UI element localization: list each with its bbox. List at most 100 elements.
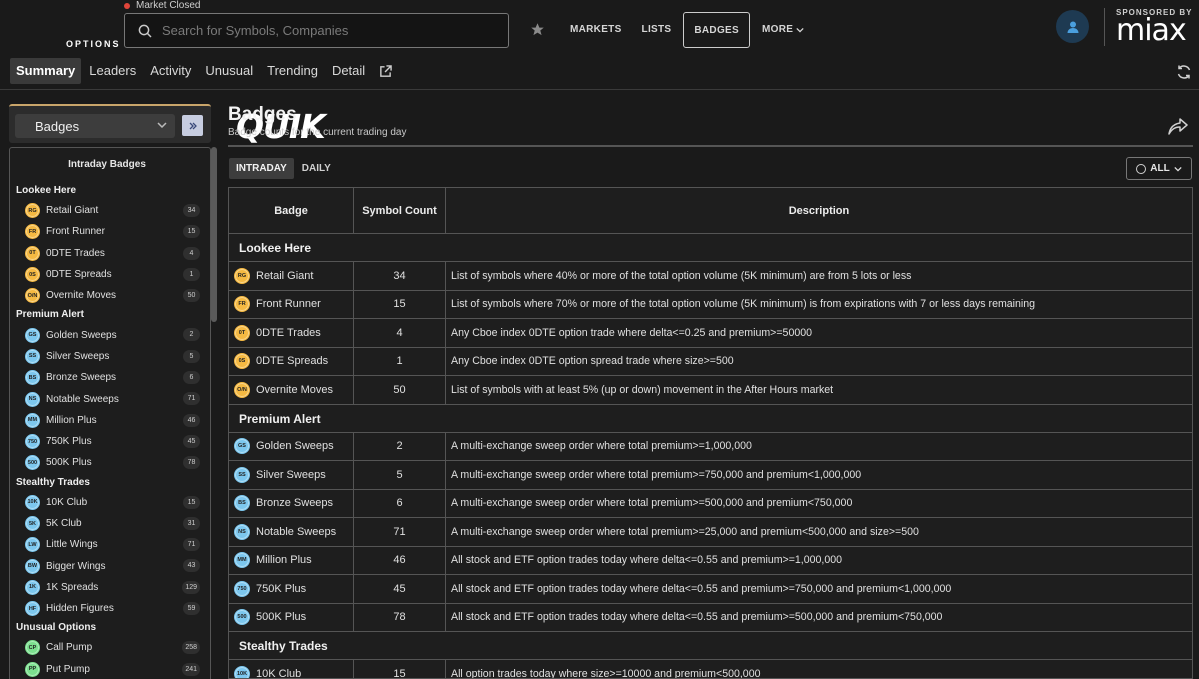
badge-name: Overnite Moves: [256, 383, 334, 396]
page-subtitle: Badge counts for the current trading day: [228, 127, 407, 138]
sidebar-badge-item[interactable]: SS Silver Sweeps 5: [16, 346, 200, 367]
sidebar-badge-item[interactable]: 1K 1K Spreads 129: [16, 577, 200, 598]
sidebar-badge-count: 78: [183, 456, 200, 470]
quik-options-logo[interactable]: QUIK OPTIONS: [8, 6, 326, 144]
external-link-icon[interactable]: [379, 64, 392, 78]
badge-name: 0DTE Trades: [256, 326, 321, 339]
sidebar-badge-item[interactable]: HF Hidden Figures 59: [16, 598, 200, 619]
table-row[interactable]: FR Front Runner 15 List of symbols where 70…: [229, 290, 1192, 319]
table-row[interactable]: GS Golden Sweeps 2 A multi-exchange sweep o…: [229, 432, 1192, 461]
badges-sidebar: Badges Intraday Badges Lookee Here RG Reta…: [9, 104, 217, 679]
main-content: Badges Badge counts for the current trad…: [228, 104, 1193, 679]
sidebar-badge-item[interactable]: BW Bigger Wings 43: [16, 555, 200, 576]
badge-cell: BS Bronze Sweeps: [229, 489, 354, 517]
column-header-description[interactable]: Description: [446, 188, 1192, 233]
title-divider: [228, 145, 1193, 147]
tab-leaders[interactable]: Leaders: [83, 58, 142, 84]
miax-logo[interactable]: miax: [1116, 16, 1196, 46]
nav-badges[interactable]: BADGES: [683, 12, 750, 48]
tab-detail[interactable]: Detail: [326, 58, 371, 84]
period-toggle: INTRADAY DAILY: [229, 158, 339, 179]
filter-all-dropdown[interactable]: ALL: [1126, 157, 1192, 180]
sidebar-badge-item[interactable]: RG Retail Giant 34: [16, 200, 200, 221]
star-icon[interactable]: [530, 22, 545, 37]
sidebar-badge-name: 500K Plus: [46, 457, 92, 469]
share-icon[interactable]: [1168, 118, 1188, 136]
sidebar-badge-item[interactable]: 750 750K Plus 45: [16, 431, 200, 452]
nav-lists[interactable]: LISTS: [632, 12, 682, 48]
table-row[interactable]: 0S 0DTE Spreads 1 Any Cboe index 0DTE optio…: [229, 347, 1192, 376]
sidebar-badge-item[interactable]: NS Notable Sweeps 71: [16, 388, 200, 409]
sidebar-badge-item[interactable]: PP Put Pump 241: [16, 659, 200, 679]
badge-cell: GS Golden Sweeps: [229, 432, 354, 460]
search-input[interactable]: [162, 23, 482, 38]
sidebar-badge-name: Overnite Moves: [46, 290, 117, 302]
filter-label: ALL: [1150, 163, 1170, 174]
sidebar-badge-item[interactable]: 10K 10K Club 15: [16, 492, 200, 513]
table-row[interactable]: 0T 0DTE Trades 4 Any Cboe index 0DTE option…: [229, 319, 1192, 348]
sidebar-badge-item[interactable]: O/N Overnite Moves 50: [16, 285, 200, 306]
sidebar-badge-item[interactable]: LW Little Wings 71: [16, 534, 200, 555]
tab-summary[interactable]: Summary: [10, 58, 82, 84]
badge-cell: MM Million Plus: [229, 546, 354, 574]
sidebar-badge-item[interactable]: 0T 0DTE Trades 4: [16, 243, 200, 264]
badge-500-icon: 500: [25, 455, 40, 471]
sidebar-badge-count: 15: [183, 225, 200, 239]
nav-more-label: MORE: [761, 24, 794, 35]
sidebar-badge-item[interactable]: 5K 5K Club 31: [16, 513, 200, 534]
table-row[interactable]: 10K 10K Club 15 All option trades today whe…: [229, 660, 1192, 678]
sidebar-badge-item[interactable]: BS Bronze Sweeps 6: [16, 367, 200, 388]
badge-name: Retail Giant: [256, 269, 314, 282]
table-row[interactable]: 500 500K Plus 78 All stock and ETF option t…: [229, 603, 1192, 632]
sidebar-badge-name: 0DTE Spreads: [46, 269, 112, 281]
badge-on-icon: O/N: [234, 381, 250, 398]
badge-10k-icon: 10K: [234, 665, 250, 678]
nav-markets[interactable]: MARKETS: [560, 12, 632, 48]
table-row[interactable]: 750 750K Plus 45 All stock and ETF option t…: [229, 575, 1192, 604]
table-row[interactable]: BS Bronze Sweeps 6 A multi-exchange sweep o…: [229, 489, 1192, 518]
subnav-divider: [0, 89, 1199, 90]
panel-title: Intraday Badges: [68, 159, 146, 170]
subnav-tabs: Summary Leaders Activity Unusual Trendin…: [10, 58, 392, 84]
sidebar-expand-button[interactable]: [182, 115, 203, 136]
table-row[interactable]: SS Silver Sweeps 5 A multi-exchange sweep o…: [229, 461, 1192, 490]
table-row[interactable]: RG Retail Giant 34 List of symbols where 40…: [229, 262, 1192, 291]
badge-0t-icon: 0T: [25, 245, 40, 261]
nav-more[interactable]: MORE: [752, 12, 814, 48]
top-header: QUIK OPTIONS Market Closed MARKETS LISTS…: [0, 0, 1199, 144]
table-row[interactable]: O/N Overnite Moves 50 List of symbols with …: [229, 376, 1192, 405]
search-box[interactable]: [124, 13, 509, 48]
tab-activity[interactable]: Activity: [144, 58, 197, 84]
segment-daily[interactable]: DAILY: [295, 158, 338, 179]
description-cell: A multi-exchange sweep order where total…: [451, 440, 752, 453]
tab-unusual[interactable]: Unusual: [199, 58, 259, 84]
sidebar-badge-item[interactable]: GS Golden Sweeps 2: [16, 324, 200, 345]
sidebar-badge-item[interactable]: CP Call Pump 258: [16, 637, 200, 658]
sidebar-badge-item[interactable]: MM Million Plus 46: [16, 410, 200, 431]
sidebar-view-select[interactable]: Badges: [15, 114, 175, 138]
user-account-button[interactable]: [1056, 10, 1089, 43]
table-row[interactable]: NS Notable Sweeps 71 A multi-exchange sweep…: [229, 518, 1192, 547]
column-header-symbol-count[interactable]: Symbol Count: [354, 188, 446, 233]
table-row[interactable]: MM Million Plus 46 All stock and ETF option…: [229, 546, 1192, 575]
badge-name: Front Runner: [256, 298, 321, 311]
badge-cell: RG Retail Giant: [229, 262, 354, 290]
badge-cell: 0T 0DTE Trades: [229, 319, 354, 347]
table-group-row: Premium Alert: [229, 405, 1192, 433]
badge-mm-icon: MM: [234, 552, 250, 569]
sidebar-badge-item[interactable]: 0S 0DTE Spreads 1: [16, 264, 200, 285]
sidebar-scrollbar[interactable]: [211, 147, 217, 322]
column-header-badge[interactable]: Badge: [229, 188, 354, 233]
badge-name: Bronze Sweeps: [256, 497, 334, 510]
refresh-icon[interactable]: [1176, 64, 1192, 80]
sidebar-badge-item[interactable]: FR Front Runner 15: [16, 221, 200, 242]
sidebar-badge-item[interactable]: 500 500K Plus 78: [16, 452, 200, 473]
tab-trending[interactable]: Trending: [261, 58, 324, 84]
badge-hf-icon: HF: [25, 601, 40, 617]
sidebar-badge-count: 15: [183, 495, 200, 509]
badge-pp-icon: PP: [25, 661, 40, 677]
badge-cell: O/N Overnite Moves: [229, 376, 354, 404]
description-cell: Any Cboe index 0DTE option trade where d…: [451, 326, 813, 339]
badge-fr-icon: FR: [25, 224, 40, 240]
segment-intraday[interactable]: INTRADAY: [229, 158, 294, 179]
